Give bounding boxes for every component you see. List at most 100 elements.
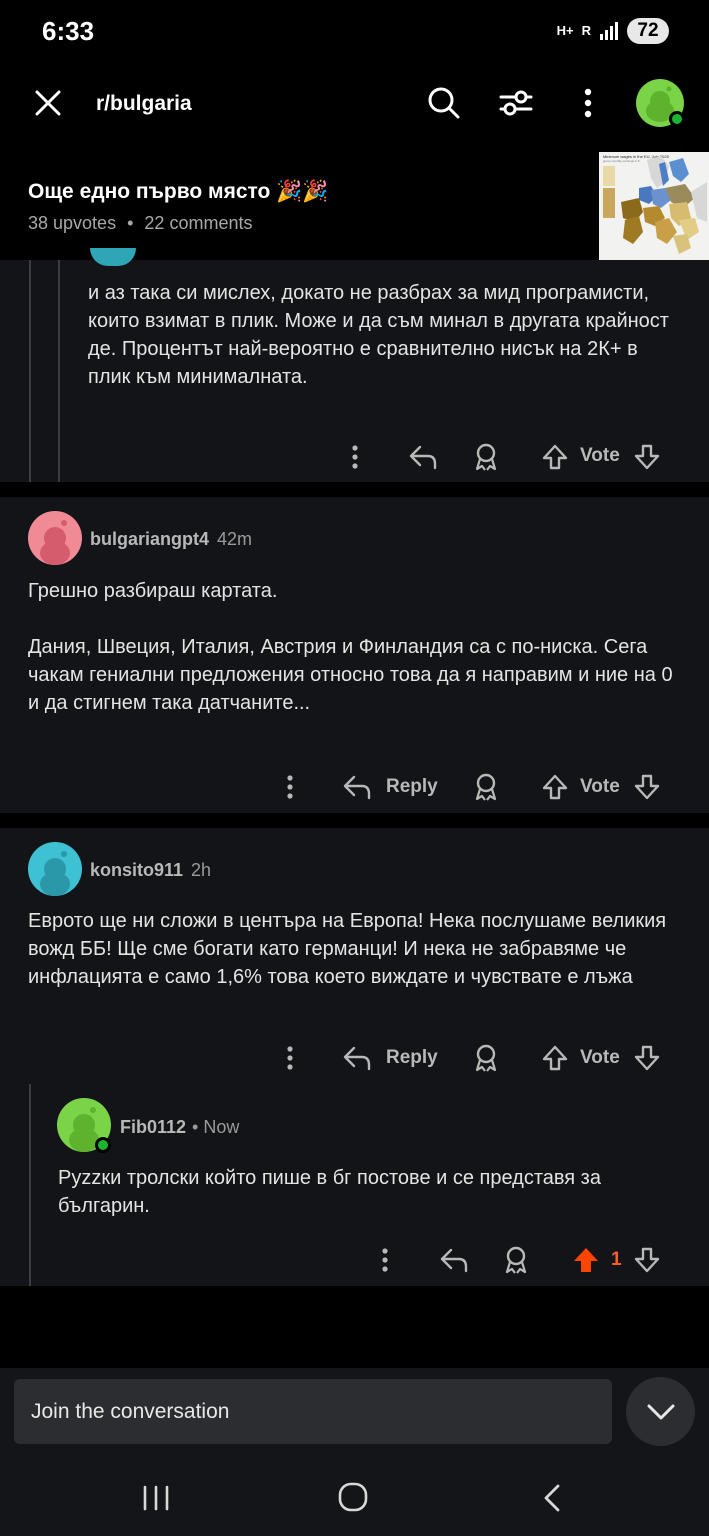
- more-vertical-icon: [584, 88, 592, 118]
- vote-count: 1: [611, 1249, 622, 1270]
- subreddit-name[interactable]: r/bulgaria: [96, 92, 192, 116]
- snoo-avatar-icon: [40, 851, 70, 896]
- online-status-dot: [669, 111, 685, 127]
- more-vertical-icon: [287, 775, 293, 799]
- vote-label: Vote: [580, 1047, 620, 1068]
- award-button[interactable]: [469, 440, 503, 474]
- downvote-arrow-icon: [634, 1247, 660, 1273]
- system-nav-bar: [0, 1460, 709, 1536]
- upvote-button[interactable]: [538, 1041, 572, 1075]
- search-button[interactable]: [424, 83, 464, 123]
- comment-more-button[interactable]: [368, 1243, 402, 1277]
- reply-button[interactable]: [437, 1243, 471, 1277]
- reply-label[interactable]: Reply: [386, 1047, 438, 1069]
- comment-more-button[interactable]: [273, 1041, 307, 1075]
- europe-map-image: [603, 156, 707, 254]
- close-button[interactable]: [28, 83, 68, 123]
- comment-body: Руzzки тролски който пише в бг постове и…: [58, 1167, 601, 1217]
- comment-avatar-partial[interactable]: [90, 248, 136, 266]
- downvote-button[interactable]: [630, 770, 664, 804]
- more-vertical-icon: [352, 445, 358, 469]
- post-header[interactable]: Още едно първо място 🎉🎉 38 upvotes • 22 …: [0, 150, 709, 260]
- upvote-arrow-icon: [542, 1045, 568, 1071]
- reply-button[interactable]: [340, 1041, 374, 1075]
- snoo-avatar-icon: [40, 520, 70, 565]
- roaming-label: R: [581, 23, 591, 38]
- thread-line: [58, 260, 60, 482]
- comment-body: Еврото ще ни сложи в центъра на Европа! …: [28, 910, 667, 988]
- comment-avatar[interactable]: [28, 842, 82, 896]
- filter-sliders-icon: [499, 90, 533, 116]
- comment-more-button[interactable]: [338, 440, 372, 474]
- comment-author[interactable]: konsito911: [90, 860, 183, 881]
- network-type-label: H+: [556, 23, 574, 38]
- more-vertical-icon: [287, 1046, 293, 1070]
- comment-more-button[interactable]: [273, 770, 307, 804]
- comment-author[interactable]: bulgariangpt4: [90, 529, 209, 550]
- post-meta: 38 upvotes • 22 comments: [28, 213, 252, 234]
- comment-author-row: Fib0112 • Now: [120, 1117, 239, 1138]
- vote-label: Vote: [580, 445, 620, 466]
- downvote-button[interactable]: [630, 1243, 664, 1277]
- recent-apps-icon: [143, 1485, 169, 1511]
- comment-author[interactable]: Fib0112: [120, 1117, 186, 1138]
- meta-separator: •: [127, 213, 134, 233]
- post-thumbnail[interactable]: Minimum wages in the EU, July 2025 gross…: [599, 152, 709, 260]
- more-vertical-icon: [382, 1248, 388, 1272]
- scroll-down-button[interactable]: [626, 1377, 695, 1446]
- composer-placeholder: Join the conversation: [31, 1400, 230, 1423]
- status-time: 6:33: [42, 16, 95, 46]
- top-app-bar: r/bulgaria: [0, 70, 709, 140]
- overflow-menu-button[interactable]: [570, 83, 606, 123]
- award-button[interactable]: [469, 1041, 503, 1075]
- reply-arrow-icon: [343, 1046, 371, 1071]
- upvote-filled-icon: [574, 1248, 598, 1272]
- post-title: Още едно първо място 🎉🎉: [28, 180, 329, 203]
- reply-arrow-icon: [409, 445, 437, 470]
- comment-count: 22 comments: [144, 213, 253, 233]
- chevron-down-icon: [647, 1404, 674, 1419]
- status-indicators: H+ R 72: [557, 18, 669, 44]
- downvote-button[interactable]: [630, 1041, 664, 1075]
- award-button[interactable]: [499, 1243, 533, 1277]
- comment-timestamp: 2h: [191, 860, 212, 880]
- comment-author-row: bulgariangpt4 42m: [90, 529, 252, 550]
- reply-arrow-icon: [343, 775, 371, 800]
- comment-avatar[interactable]: [28, 511, 82, 565]
- join-conversation-input[interactable]: Join the conversation: [14, 1379, 612, 1444]
- downvote-arrow-icon: [634, 774, 660, 800]
- home-circle-icon: [338, 1482, 368, 1512]
- downvote-arrow-icon: [634, 444, 660, 470]
- upvote-arrow-icon: [542, 774, 568, 800]
- award-ribbon-icon: [475, 1044, 497, 1072]
- reply-button[interactable]: [406, 440, 440, 474]
- reply-label[interactable]: Reply: [386, 776, 438, 798]
- close-icon: [35, 90, 61, 116]
- comment-timestamp: 42m: [217, 529, 253, 549]
- award-ribbon-icon: [475, 773, 497, 801]
- downvote-arrow-icon: [634, 1045, 660, 1071]
- vote-label: Vote: [580, 776, 620, 797]
- reply-arrow-icon: [440, 1248, 468, 1273]
- upvote-button-active[interactable]: [569, 1243, 603, 1277]
- award-ribbon-icon: [505, 1246, 527, 1274]
- recent-apps-button[interactable]: [136, 1478, 176, 1518]
- comment-author-row: konsito911 2h: [90, 860, 211, 881]
- award-button[interactable]: [469, 770, 503, 804]
- upvote-button[interactable]: [538, 440, 572, 474]
- comment-card: и аз така си мислех, докато не разбрах з…: [0, 248, 709, 482]
- online-status-dot: [95, 1137, 111, 1153]
- battery-indicator: 72: [627, 18, 669, 44]
- back-chevron-icon: [544, 1484, 560, 1512]
- reply-button[interactable]: [340, 770, 374, 804]
- comment-body: и аз така си мислех, докато не разбрах з…: [88, 282, 669, 388]
- back-button[interactable]: [532, 1478, 572, 1518]
- comment-card: bulgariangpt4 42m Грешно разбираш картат…: [0, 497, 709, 813]
- thread-line: [29, 260, 31, 482]
- downvote-button[interactable]: [630, 440, 664, 474]
- sort-filter-button[interactable]: [496, 83, 536, 123]
- award-ribbon-icon: [475, 443, 497, 471]
- comment-timestamp: • Now: [192, 1117, 240, 1137]
- upvote-button[interactable]: [538, 770, 572, 804]
- home-button[interactable]: [333, 1477, 373, 1517]
